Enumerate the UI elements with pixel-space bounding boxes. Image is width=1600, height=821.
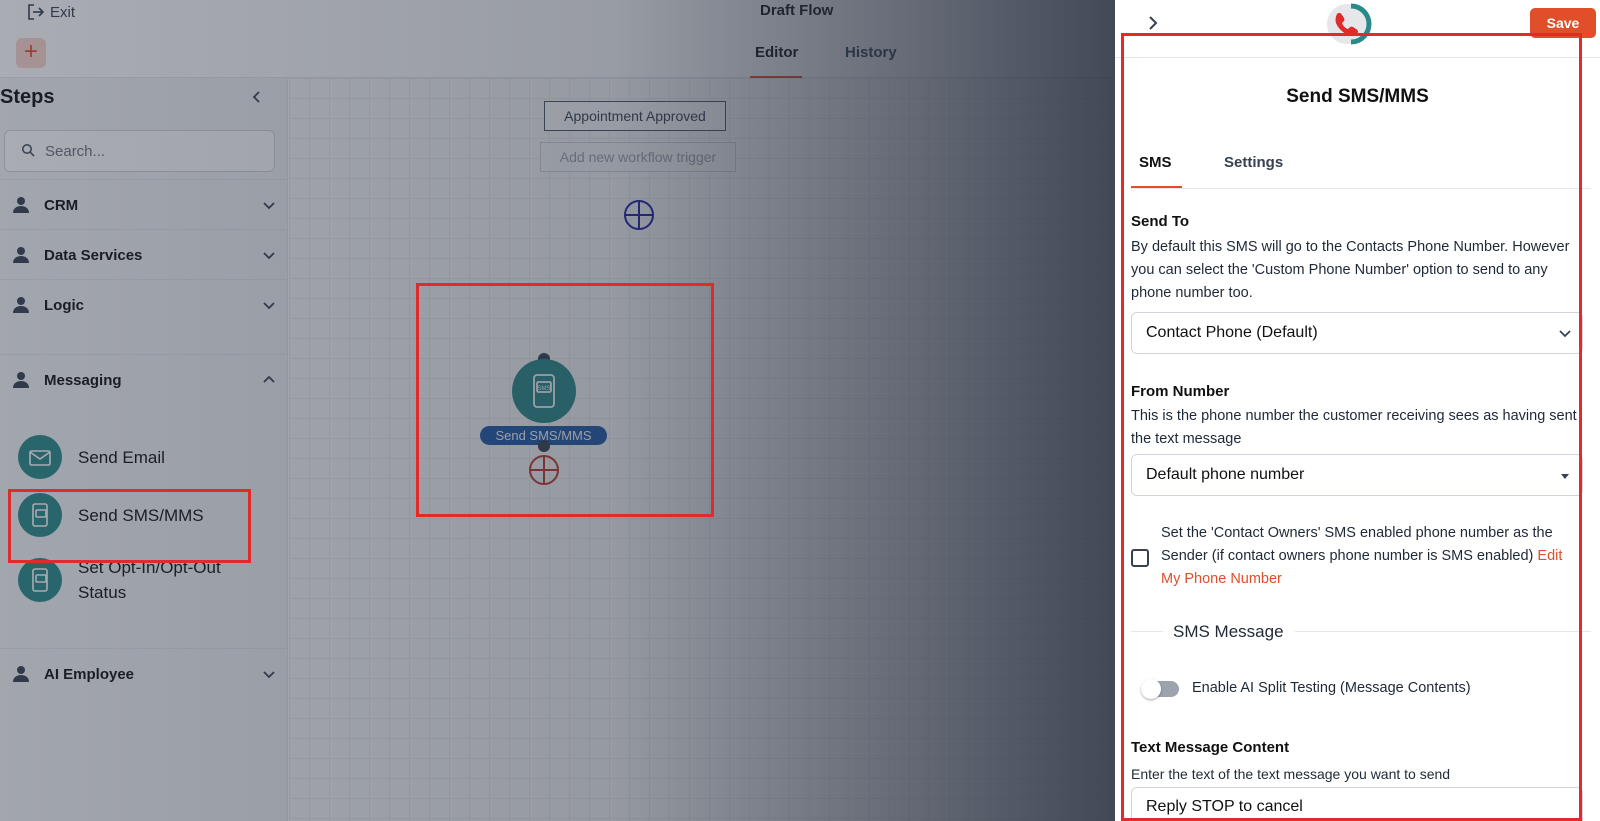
toggle-knob — [1141, 679, 1161, 699]
chevron-up-icon — [263, 375, 275, 383]
tab-editor[interactable]: Editor — [755, 44, 798, 61]
category-label: Messaging — [44, 372, 122, 389]
add-button[interactable]: + — [16, 38, 46, 68]
node-connector-bottom[interactable] — [538, 440, 550, 452]
text-content-description: Enter the text of the text message you w… — [1131, 766, 1451, 782]
caret-down-icon — [1561, 474, 1569, 479]
chevron-down-icon — [263, 252, 275, 260]
tab-history[interactable]: History — [845, 44, 897, 61]
add-trigger-button[interactable]: Add new workflow trigger — [540, 142, 736, 172]
tabs-divider — [1131, 188, 1591, 189]
add-step-icon[interactable] — [528, 454, 560, 486]
tab-settings[interactable]: Settings — [1224, 154, 1283, 171]
panel-title: Send SMS/MMS — [1286, 86, 1429, 107]
category-label: CRM — [44, 197, 79, 214]
trigger-appointment-approved[interactable]: Appointment Approved — [544, 101, 726, 131]
person-icon — [13, 247, 29, 263]
person-icon — [13, 197, 29, 213]
category-label: AI Employee — [44, 666, 135, 683]
person-icon — [13, 297, 29, 313]
steps-title: Steps — [0, 86, 55, 108]
chevron-down-icon — [263, 302, 275, 310]
category-data-services[interactable]: Data Services — [0, 229, 288, 279]
sms-message-label: SMS Message — [1173, 622, 1284, 641]
save-button[interactable]: Save — [1530, 8, 1596, 38]
search-icon — [22, 144, 35, 157]
active-tab-indicator — [1131, 186, 1182, 188]
from-number-select[interactable]: Default phone number — [1131, 454, 1583, 496]
email-icon — [18, 435, 62, 479]
category-logic[interactable]: Logic — [0, 279, 288, 329]
panel-header: Save — [1115, 0, 1600, 58]
steps-search[interactable] — [4, 130, 275, 172]
category-ai-employee[interactable]: AI Employee — [0, 648, 288, 698]
category-crm[interactable]: CRM — [0, 179, 288, 229]
send-to-select[interactable]: Contact Phone (Default) — [1131, 312, 1583, 354]
ai-split-testing-label: Enable AI Split Testing (Message Content… — [1192, 680, 1471, 696]
workflow-builder: Exit Draft Flow + Editor History Steps C… — [0, 0, 1115, 821]
person-icon — [13, 372, 29, 388]
sms-icon — [18, 558, 62, 602]
chevron-right-icon[interactable] — [1145, 14, 1161, 32]
category-label: Logic — [44, 297, 84, 314]
message-textarea[interactable]: Reply STOP to cancel — [1131, 787, 1583, 821]
steps-sidebar: Steps CRM Data Services Logic — [0, 78, 288, 821]
step-label: Send Email — [78, 447, 165, 467]
sms-node-icon[interactable]: SMS — [512, 359, 576, 423]
workflow-canvas[interactable] — [289, 78, 1115, 821]
ai-split-testing-toggle[interactable] — [1141, 679, 1179, 699]
tab-sms[interactable]: SMS — [1139, 154, 1172, 171]
category-messaging[interactable]: Messaging — [0, 354, 288, 404]
send-to-title: Send To — [1131, 213, 1190, 230]
step-label: Set Opt-In/Opt-Out Status — [78, 558, 221, 602]
collapse-sidebar-icon[interactable] — [250, 88, 264, 109]
from-number-title: From Number — [1131, 383, 1230, 400]
from-number-description: This is the phone number the customer re… — [1131, 408, 1577, 447]
divider-line — [1131, 631, 1163, 632]
step-send-email[interactable]: Send Email — [18, 435, 165, 479]
contact-owner-checkbox[interactable] — [1131, 549, 1149, 567]
chevron-down-icon — [1559, 330, 1571, 338]
add-step-icon[interactable] — [623, 199, 655, 231]
contact-owner-text: Set the 'Contact Owners' SMS enabled pho… — [1161, 522, 1581, 591]
exit-button[interactable]: Exit — [26, 2, 75, 22]
phone-logo-icon — [1327, 3, 1372, 45]
divider-line — [1295, 631, 1591, 632]
top-bar: Exit Draft Flow + Editor History — [0, 0, 1115, 78]
category-label: Data Services — [44, 247, 143, 264]
from-number-value: Default phone number — [1146, 466, 1305, 483]
exit-label: Exit — [50, 3, 76, 21]
contact-owner-label: Set the 'Contact Owners' SMS enabled pho… — [1161, 525, 1553, 564]
chevron-down-icon — [263, 671, 275, 679]
text-content-title: Text Message Content — [1131, 739, 1290, 756]
send-to-description: By default this SMS will go to the Conta… — [1131, 239, 1570, 301]
exit-icon — [28, 4, 45, 20]
person-icon — [13, 666, 29, 682]
step-config-panel: Save Send SMS/MMS SMS Settings Send To B… — [1115, 0, 1600, 821]
sms-icon — [18, 493, 62, 537]
flow-title: Draft Flow — [760, 2, 834, 19]
send-to-value: Contact Phone (Default) — [1146, 324, 1318, 341]
sms-node-text: SMS — [537, 386, 550, 392]
step-set-opt-in-out-status[interactable]: Set Opt-In/Opt-Out Status — [18, 555, 228, 605]
step-send-sms-mms[interactable]: Send SMS/MMS — [18, 493, 204, 537]
search-input[interactable] — [45, 141, 265, 161]
chevron-down-icon — [263, 202, 275, 210]
step-label: Send SMS/MMS — [78, 505, 204, 525]
